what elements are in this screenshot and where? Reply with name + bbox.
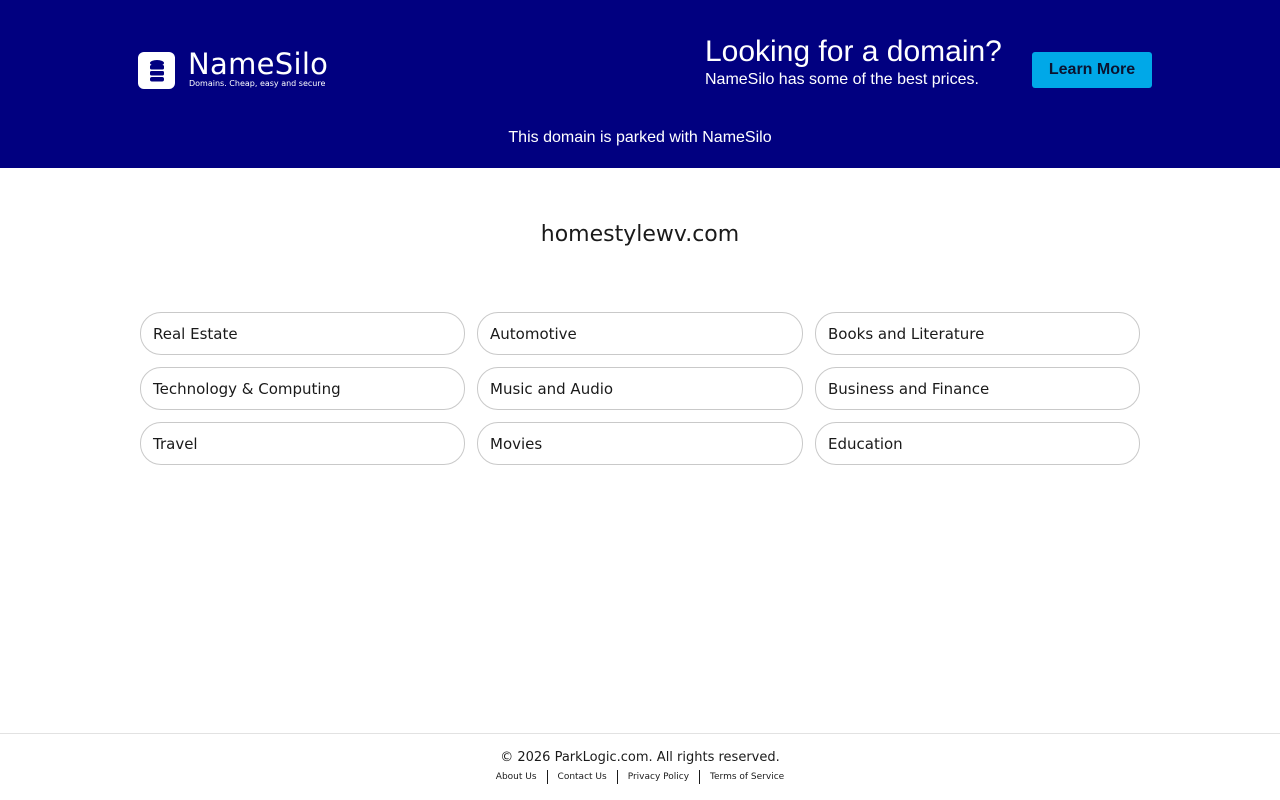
category-link[interactable]: Movies — [477, 422, 803, 465]
category-grid: Real Estate Automotive Books and Literat… — [140, 312, 1140, 465]
category-link[interactable]: Education — [815, 422, 1140, 465]
logo-tagline: Domains. Cheap, easy and secure — [189, 79, 326, 88]
contact-us-link[interactable]: Contact Us — [546, 770, 617, 784]
promo-block: Looking for a domain? NameSilo has some … — [705, 34, 1002, 90]
learn-more-button[interactable]: Learn More — [1032, 52, 1152, 88]
promo-heading: Looking for a domain? — [705, 35, 1002, 68]
category-link[interactable]: Technology & Computing — [140, 367, 465, 410]
about-us-link[interactable]: About Us — [486, 770, 547, 784]
parked-notice: This domain is parked with NameSilo — [508, 129, 772, 146]
logo-name: NameSilo — [188, 47, 329, 81]
promo-subtext: NameSilo has some of the best prices. — [705, 71, 979, 88]
category-link[interactable]: Music and Audio — [477, 367, 803, 410]
category-link[interactable]: Travel — [140, 422, 465, 465]
category-link[interactable]: Business and Finance — [815, 367, 1140, 410]
namesilo-logo[interactable]: NameSilo Domains. Cheap, easy and secure — [138, 49, 328, 89]
database-icon — [138, 52, 175, 89]
footer: © 2026 ParkLogic.com. All rights reserve… — [0, 733, 1280, 800]
copyright-text: © 2026 ParkLogic.com. All rights reserve… — [500, 750, 780, 765]
header-banner: NameSilo Domains. Cheap, easy and secure… — [0, 0, 1280, 168]
category-link[interactable]: Real Estate — [140, 312, 465, 355]
terms-of-service-link[interactable]: Terms of Service — [699, 770, 794, 784]
category-link[interactable]: Books and Literature — [815, 312, 1140, 355]
domain-name: homestylewv.com — [540, 222, 740, 247]
footer-links: About Us Contact Us Privacy Policy Terms… — [0, 770, 1280, 784]
privacy-policy-link[interactable]: Privacy Policy — [616, 770, 699, 784]
logo-text: NameSilo Domains. Cheap, easy and secure — [188, 49, 328, 89]
category-link[interactable]: Automotive — [477, 312, 803, 355]
